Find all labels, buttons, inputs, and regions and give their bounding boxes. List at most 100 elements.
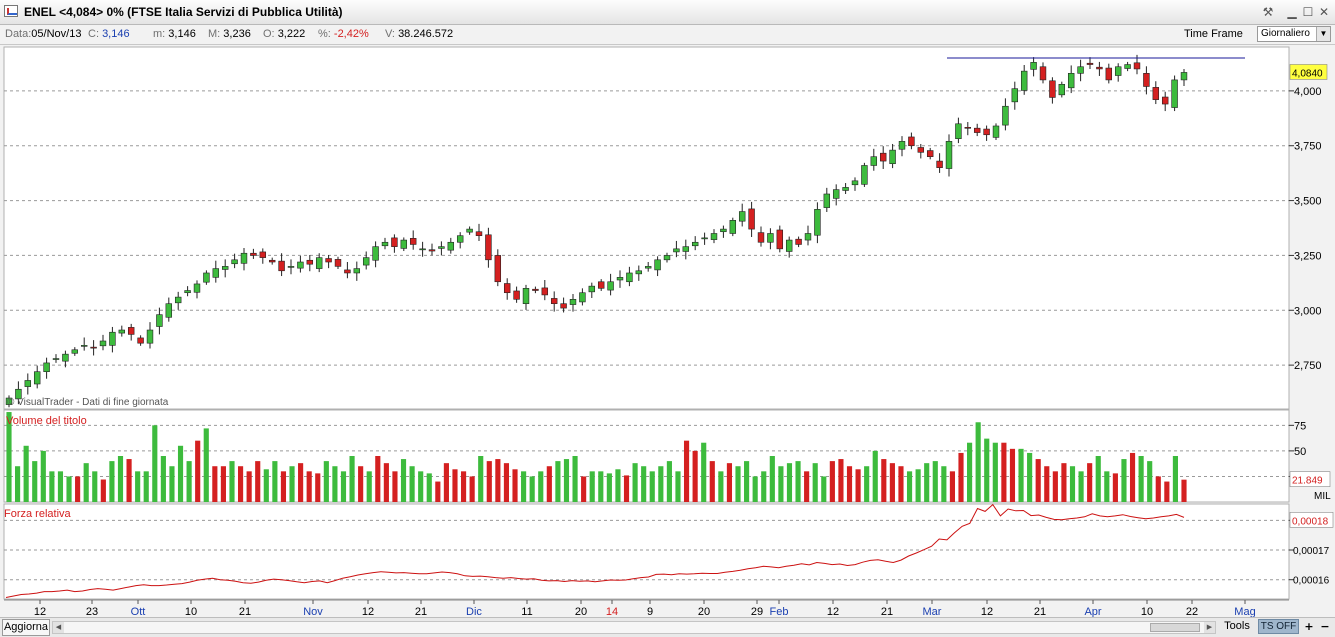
scroll-right-icon[interactable]: ▶ [1204, 622, 1215, 633]
volume-bar [383, 463, 389, 502]
x-tick-label: Ott [131, 606, 146, 617]
candle [419, 248, 426, 251]
close-icon[interactable]: ✕ [1317, 5, 1331, 19]
candle [240, 252, 248, 264]
window-title: ENEL <4,084> 0% (FTSE Italia Servizi di … [24, 5, 343, 19]
minimize-icon[interactable]: ▁ [1285, 5, 1299, 19]
candle [475, 231, 483, 236]
zoom-in-button[interactable]: + [1302, 619, 1316, 634]
volume-bar [126, 459, 132, 502]
scroll-thumb[interactable] [1150, 623, 1200, 632]
candle [964, 126, 972, 129]
tools-button[interactable]: Tools [1218, 619, 1256, 634]
volume-bar [1078, 471, 1084, 502]
candle [391, 237, 398, 247]
volume-bar [349, 456, 355, 502]
time-scrollbar[interactable]: ◀ ▶ [52, 621, 1216, 634]
volume-bar [220, 466, 226, 502]
volume-bar [701, 442, 707, 502]
candle [24, 380, 32, 387]
volume-bar [538, 471, 544, 502]
candle [973, 127, 981, 133]
candle [1161, 96, 1169, 105]
candle [334, 259, 342, 267]
volume-bar [967, 442, 973, 502]
chart-app-icon [4, 5, 18, 17]
candle [456, 235, 464, 243]
candle [795, 238, 802, 245]
timeframe-select[interactable]: Giornaliero ▼ [1257, 26, 1331, 42]
volume-bar [478, 456, 484, 502]
stock-chart[interactable]: 2,750 3,000 3,250 3,500 3,750 4,000 4,0840 © Vi… [0, 45, 1335, 617]
candle [344, 269, 351, 274]
volume-bar [117, 456, 124, 502]
candle [156, 314, 163, 327]
volume-bar [812, 463, 818, 502]
volume-bar [1104, 471, 1110, 502]
candle [1058, 83, 1066, 96]
candle [306, 259, 314, 265]
volume-bar [392, 471, 398, 502]
scroll-left-icon[interactable]: ◀ [53, 622, 64, 633]
refresh-button[interactable]: Aggiorna [2, 619, 50, 636]
volume-bar [975, 422, 981, 502]
volume-bar [924, 463, 930, 502]
volume-bar [992, 442, 998, 502]
volume-bar [135, 471, 141, 502]
candle [90, 346, 97, 349]
volume-bar [340, 471, 347, 502]
candle [372, 246, 379, 261]
candle [776, 229, 784, 250]
candle [757, 232, 765, 243]
candle [767, 233, 774, 243]
candle [494, 255, 502, 283]
volume-bar [186, 461, 192, 502]
candle [400, 239, 408, 249]
volume-bar [606, 473, 612, 502]
candle [729, 220, 737, 234]
candle [221, 266, 229, 270]
volume-bar [143, 471, 149, 502]
candle [297, 261, 304, 269]
candle [879, 152, 887, 162]
candle [926, 150, 934, 157]
volume-bar [92, 471, 98, 502]
x-tick-label: Mar [923, 606, 942, 617]
candle [1133, 62, 1141, 70]
candle [353, 268, 361, 274]
candle [532, 288, 539, 291]
volume-bar [280, 471, 287, 502]
candle [691, 241, 699, 247]
volume-bar [1095, 456, 1101, 502]
volume-bar [572, 456, 578, 502]
candle [268, 259, 276, 263]
open-field: O: 3,222 [263, 28, 306, 40]
candle [409, 238, 417, 245]
candle [71, 349, 79, 354]
candle [1002, 105, 1009, 126]
candle [748, 208, 755, 230]
candle [1152, 87, 1160, 100]
volume-bar [1035, 459, 1041, 502]
volume-bar [306, 471, 312, 502]
volume-bar [452, 469, 458, 502]
volume-bar [486, 461, 492, 502]
rs-tick-label: 0,00017 [1293, 546, 1330, 557]
x-tick-label: 20 [575, 606, 587, 617]
x-tick-label: 12 [981, 606, 993, 617]
volume-bar [984, 438, 990, 502]
volume-bar [443, 463, 449, 502]
volume-bar [941, 466, 947, 502]
pin-icon[interactable]: ⚒ [1261, 5, 1275, 19]
candle [1077, 66, 1084, 74]
candle [438, 246, 445, 249]
zoom-out-button[interactable]: − [1318, 619, 1332, 634]
volume-bar [864, 466, 870, 502]
rs-last-label: 0,00018 [1292, 516, 1329, 527]
candle [842, 187, 849, 191]
volume-bar [949, 471, 956, 502]
volume-bar [632, 463, 638, 502]
maximize-icon[interactable]: ☐ [1301, 5, 1315, 19]
ts-off-button[interactable]: TS OFF [1258, 619, 1299, 634]
timeframe-label: Time Frame [1184, 28, 1243, 40]
